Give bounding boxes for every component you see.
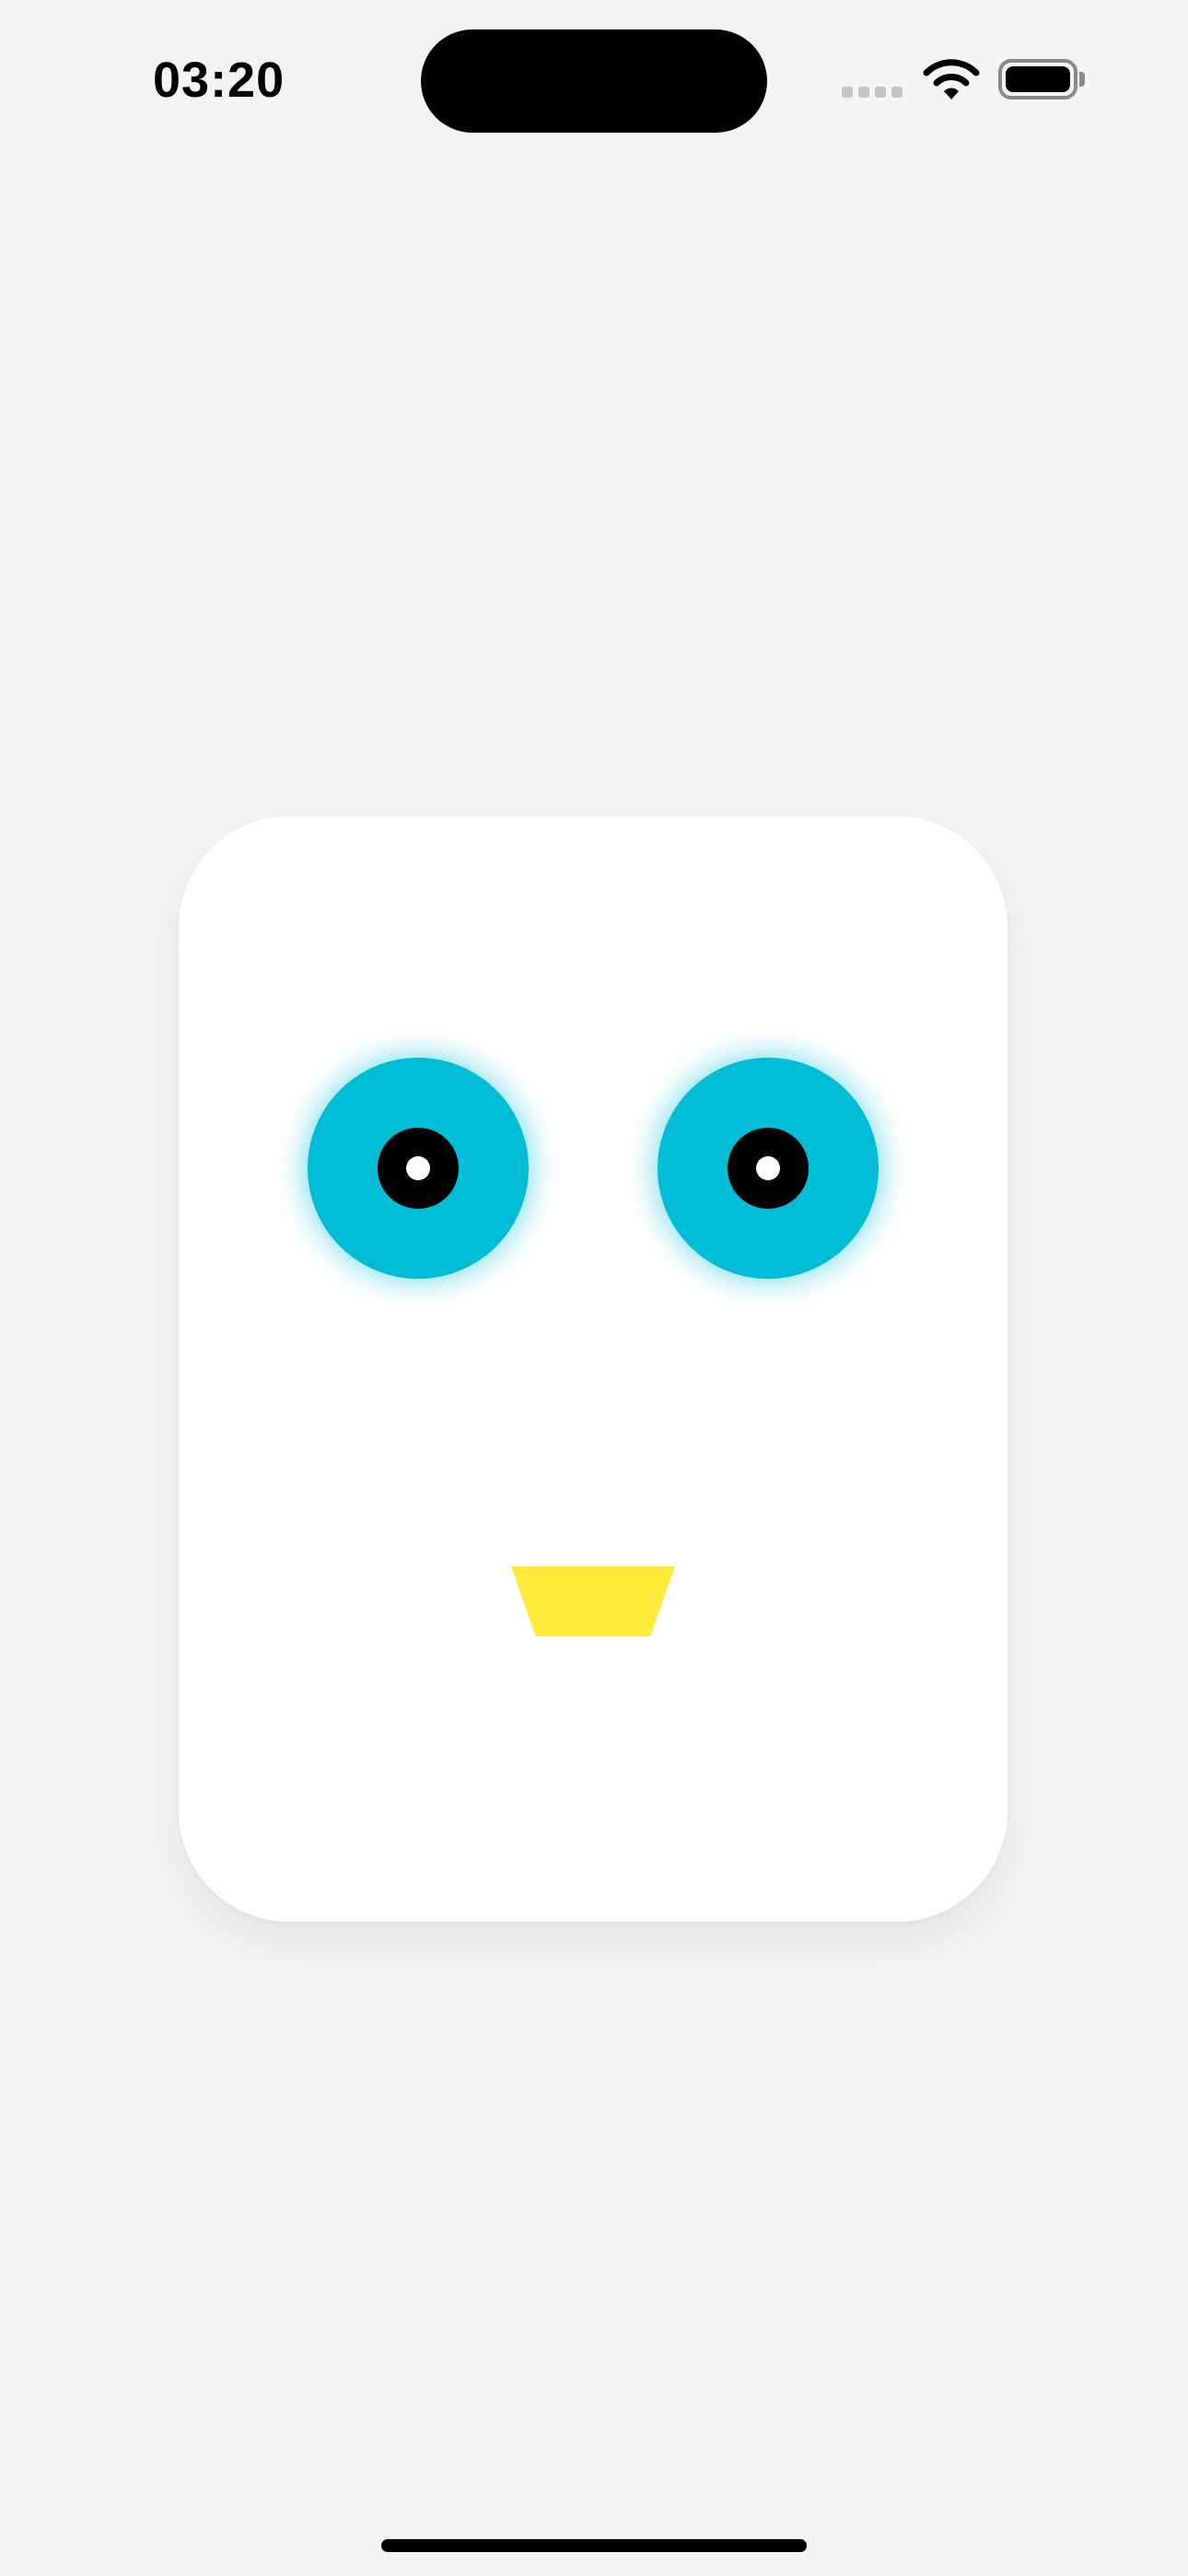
left-eye <box>308 1058 529 1279</box>
battery-cap <box>1079 72 1085 87</box>
right-pupil <box>728 1128 809 1209</box>
battery-icon <box>998 59 1077 100</box>
dynamic-island <box>421 29 767 133</box>
face-card[interactable] <box>179 816 1007 1922</box>
home-indicator[interactable] <box>381 2539 807 2552</box>
cellular-signal-icon <box>842 87 904 98</box>
left-eye-glint <box>406 1156 430 1180</box>
left-pupil <box>378 1128 459 1209</box>
wifi-icon <box>923 59 980 100</box>
status-time: 03:20 <box>153 53 285 108</box>
mouth <box>511 1566 675 1636</box>
battery-level <box>1006 66 1070 92</box>
right-eye-glint <box>756 1156 780 1180</box>
right-eye <box>658 1058 879 1279</box>
